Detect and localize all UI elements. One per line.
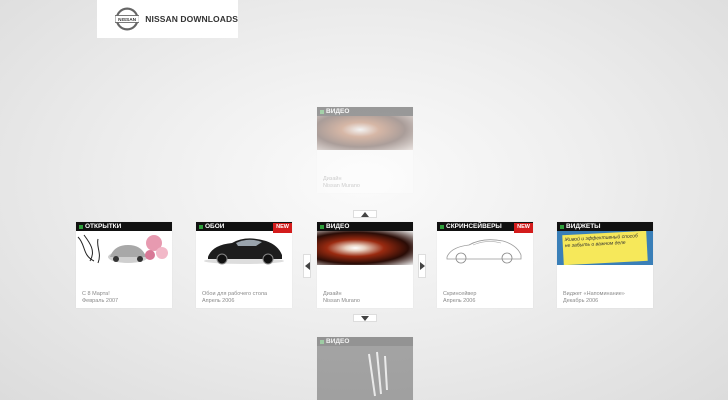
card-category: ОТКРЫТКИ [85, 223, 122, 230]
postcards-card[interactable]: ОТКРЫТКИ С 8 Марта! Февраль 2007 [76, 222, 172, 308]
card-thumbnail [76, 231, 172, 265]
video-card-top[interactable]: ВИДЕО Дизайн Nissan Murano [317, 107, 413, 193]
card-category: ВИДЕО [326, 338, 350, 345]
card-thumbnail [317, 231, 413, 265]
card-caption: Дизайн Nissan Murano [323, 291, 360, 304]
card-category: ОБОИ [205, 223, 225, 230]
category-marker-icon [320, 109, 324, 114]
card-thumbnail [317, 346, 413, 400]
widget-note: Живой и эффективный способ не забыть о в… [562, 231, 648, 265]
chevron-left-icon [304, 262, 310, 270]
card-caption: Дизайн Nissan Murano [323, 176, 360, 189]
card-category: ВИДЖЕТЫ [566, 223, 601, 230]
card-caption: Скринсейвер Апрель 2006 [443, 291, 477, 304]
scroll-up-button[interactable] [353, 210, 377, 218]
nissan-logo-icon: NISSAN [115, 7, 140, 31]
video-card-bottom[interactable]: ВИДЕО [317, 337, 413, 400]
card-thumbnail [317, 116, 413, 150]
scroll-down-button[interactable] [353, 314, 377, 322]
card-header: ВИДЕО [317, 222, 413, 231]
category-marker-icon [320, 339, 324, 344]
card-thumbnail [196, 231, 292, 265]
card-category: СКРИНСЕЙВЕРЫ [446, 223, 502, 230]
screensavers-card[interactable]: СКРИНСЕЙВЕРЫ NEW Скринсейвер Апрель 2006 [437, 222, 533, 308]
card-category: ВИДЕО [326, 108, 350, 115]
chevron-right-icon [419, 262, 425, 270]
card-header: ОТКРЫТКИ [76, 222, 172, 231]
card-caption: Виджет «Напоминание» Декабрь 2006 [563, 291, 625, 304]
card-header: ВИДЕО [317, 107, 413, 116]
scroll-right-button[interactable] [418, 254, 426, 278]
card-caption: С 8 Марта! Февраль 2007 [82, 291, 119, 304]
card-caption: Обои для рабочего стола Апрель 2006 [202, 291, 268, 304]
card-header: СКРИНСЕЙВЕРЫ NEW [437, 222, 533, 233]
widgets-card[interactable]: ВИДЖЕТЫ Живой и эффективный способ не за… [557, 222, 653, 308]
scroll-left-button[interactable] [303, 254, 311, 278]
card-header: ВИДЕО [317, 337, 413, 346]
svg-text:NISSAN: NISSAN [118, 17, 137, 23]
category-marker-icon [199, 224, 203, 229]
video-card[interactable]: ВИДЕО Дизайн Nissan Murano [317, 222, 413, 308]
category-marker-icon [79, 224, 83, 229]
wallpapers-card[interactable]: ОБОИ NEW Обои для рабочего стола Апрель 2… [196, 222, 292, 308]
category-marker-icon [320, 224, 324, 229]
card-header: ОБОИ NEW [196, 222, 292, 233]
category-marker-icon [560, 224, 564, 229]
chevron-up-icon [361, 211, 369, 217]
chevron-down-icon [361, 315, 369, 321]
card-header: ВИДЖЕТЫ [557, 222, 653, 231]
card-thumbnail: Живой и эффективный способ не забыть о в… [557, 231, 653, 265]
category-marker-icon [440, 224, 444, 229]
card-thumbnail [437, 231, 533, 265]
logo-bar[interactable]: NISSAN NISSAN DOWNLOADS [97, 0, 238, 38]
brand-title: NISSAN DOWNLOADS [145, 14, 238, 24]
card-category: ВИДЕО [326, 223, 350, 230]
